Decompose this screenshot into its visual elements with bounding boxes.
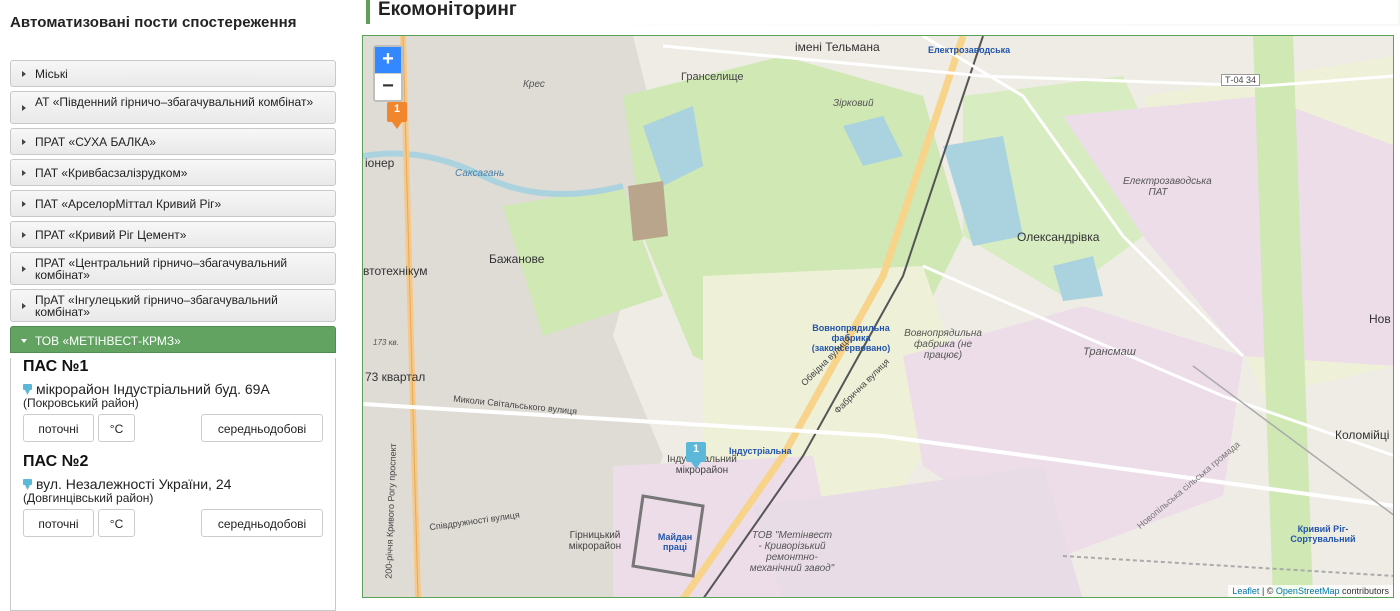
- map-label: 173 кв.: [373, 338, 399, 347]
- caret-down-icon: [21, 338, 27, 343]
- map-label: Зірковий: [833, 98, 874, 109]
- accordion-item-pivdennyi-gzk[interactable]: АТ «Південний гірничо–збагачувальний ком…: [10, 91, 336, 124]
- caret-right-icon: [22, 169, 26, 176]
- station-1: ПАС №1 мікрорайон Індустріальний буд. 69…: [23, 358, 323, 443]
- map-label: Майдан праці: [657, 532, 693, 552]
- accordion-panel: ПАС №1 мікрорайон Індустріальний буд. 69…: [10, 358, 336, 611]
- leaflet-link[interactable]: Leaflet: [1232, 586, 1259, 596]
- current-button[interactable]: поточні: [23, 414, 94, 442]
- map-label: Крес: [523, 79, 545, 90]
- station-address: вул. Незалежності України, 24: [23, 476, 323, 492]
- map-label: Нов: [1369, 312, 1391, 326]
- map-label: Гранселище: [681, 71, 744, 83]
- accordion-label: ПАТ «АрселорМіттал Кривий Ріг»: [35, 197, 222, 211]
- station-buttons: поточні °C середньодобові: [23, 414, 323, 443]
- station-district: (Довгинцівський район): [23, 491, 154, 505]
- attribution-contrib: contributors: [1339, 586, 1389, 596]
- map-marker-orange-label: 1: [393, 103, 401, 115]
- map-label: іонер: [365, 156, 395, 170]
- accordion-item-kryvyi-rih-cement[interactable]: ПРАТ «Кривий Ріг Цемент»: [10, 221, 336, 248]
- zoom-in-button[interactable]: +: [375, 47, 401, 74]
- accordion-item-sukha-balka[interactable]: ПРАТ «СУХА БАЛКА»: [10, 128, 336, 155]
- caret-right-icon: [22, 70, 26, 77]
- map-pin-icon: [23, 384, 32, 395]
- accordion-label: Міські: [35, 67, 68, 81]
- page-title: Екомоніторинг: [366, 0, 1398, 24]
- map-label: Вовнопрядильна фабрика (законсервовано): [811, 323, 891, 353]
- map-pin-icon: [23, 479, 32, 490]
- station-title: ПАС №1: [23, 358, 89, 375]
- caret-right-icon: [22, 104, 26, 111]
- station-2: ПАС №2 вул. Незалежності України, 24 (До…: [23, 453, 323, 538]
- map-label: Кривий Ріг-Сортувальний: [1290, 524, 1356, 544]
- accordion-label: ПРАТ «Центральний гірничо–збагачувальний…: [35, 256, 288, 282]
- map-label: Гірницький мікрорайон: [568, 530, 622, 552]
- map-label: імені Тельмана: [795, 40, 880, 54]
- accordion-label: ПрАТ «Інгулецький гірничо–збагачувальний…: [35, 293, 278, 319]
- map[interactable]: + − 1 1 імені Тельмана Електрозаводська …: [362, 35, 1394, 598]
- sidebar-heading: Автоматизовані пости спостереження: [10, 14, 297, 31]
- station-address-text: вул. Незалежності України, 24: [36, 476, 232, 492]
- map-label: Саксагань: [455, 168, 505, 179]
- map-label: втотехнікум: [363, 264, 428, 278]
- map-label: Вовнопрядильна фабрика (не працює): [904, 328, 982, 361]
- zoom-out-button[interactable]: −: [375, 74, 401, 100]
- map-label: Електрозаводська ПАТ: [1123, 176, 1212, 198]
- map-label: Електрозаводська: [928, 45, 1011, 55]
- map-label: Бажанове: [489, 252, 545, 266]
- station-district: (Покровський район): [23, 396, 139, 410]
- accordion-label: АТ «Південний гірничо–збагачувальний ком…: [35, 95, 314, 109]
- accordion-label: ПРАТ «Кривий Ріг Цемент»: [35, 228, 187, 242]
- accordion-item-kryvbaszalizrudkom[interactable]: ПАТ «Кривбасзалізрудком»: [10, 159, 336, 186]
- map-label: Коломійці: [1335, 428, 1390, 442]
- accordion-item-tsentralnyi-gzk[interactable]: ПРАТ «Центральний гірничо–збагачувальний…: [10, 252, 336, 285]
- map-label: Т-04 34: [1221, 74, 1261, 86]
- station-title: ПАС №2: [23, 453, 89, 470]
- accordion-label: ПАТ «Кривбасзалізрудком»: [35, 166, 188, 180]
- accordion-label: ПРАТ «СУХА БАЛКА»: [35, 135, 156, 149]
- temperature-button[interactable]: °C: [98, 414, 135, 442]
- map-label: Трансмаш: [1083, 346, 1136, 358]
- accordion-item-miski[interactable]: Міські: [10, 60, 336, 87]
- accordion-item-metinvest-krmz[interactable]: ТОВ «МЕТІНВЕСТ-КРМЗ»: [10, 326, 336, 353]
- daily-average-button[interactable]: середньодобові: [201, 509, 323, 537]
- current-button[interactable]: поточні: [23, 509, 94, 537]
- station-buttons: поточні °C середньодобові: [23, 509, 323, 538]
- map-label: ТОВ "Метінвест - Криворізький ремонтно-м…: [749, 530, 835, 574]
- osm-link[interactable]: OpenStreetMap: [1276, 586, 1340, 596]
- map-label: Індустріальна: [729, 446, 792, 456]
- accordion-item-inhuletskyi-gzk[interactable]: ПрАТ «Інгулецький гірничо–збагачувальний…: [10, 289, 336, 322]
- map-attribution: Leaflet | © OpenStreetMap contributors: [1228, 585, 1393, 597]
- accordion-item-arcelormittal[interactable]: ПАТ «АрселорМіттал Кривий Ріг»: [10, 190, 336, 217]
- caret-right-icon: [22, 231, 26, 238]
- caret-right-icon: [22, 138, 26, 145]
- daily-average-button[interactable]: середньодобові: [201, 414, 323, 442]
- accordion: Міські АТ «Південний гірничо–збагачуваль…: [10, 60, 336, 611]
- zoom-control: + −: [373, 45, 403, 102]
- temperature-button[interactable]: °C: [98, 509, 135, 537]
- map-label: Олександрівка: [1017, 230, 1100, 244]
- caret-right-icon: [22, 200, 26, 207]
- station-address-text: мікрорайон Індустріальний буд. 69А: [36, 381, 270, 397]
- caret-right-icon: [22, 265, 26, 272]
- sidebar: Автоматизовані пости спостереження Міськ…: [0, 0, 345, 611]
- station-address: мікрорайон Індустріальний буд. 69А: [23, 381, 323, 397]
- attribution-sep: | ©: [1259, 586, 1276, 596]
- map-marker-blue-label: 1: [692, 443, 700, 455]
- caret-right-icon: [22, 302, 26, 309]
- accordion-label: ТОВ «МЕТІНВЕСТ-КРМЗ»: [35, 334, 181, 348]
- map-label: 73 квартал: [365, 370, 426, 384]
